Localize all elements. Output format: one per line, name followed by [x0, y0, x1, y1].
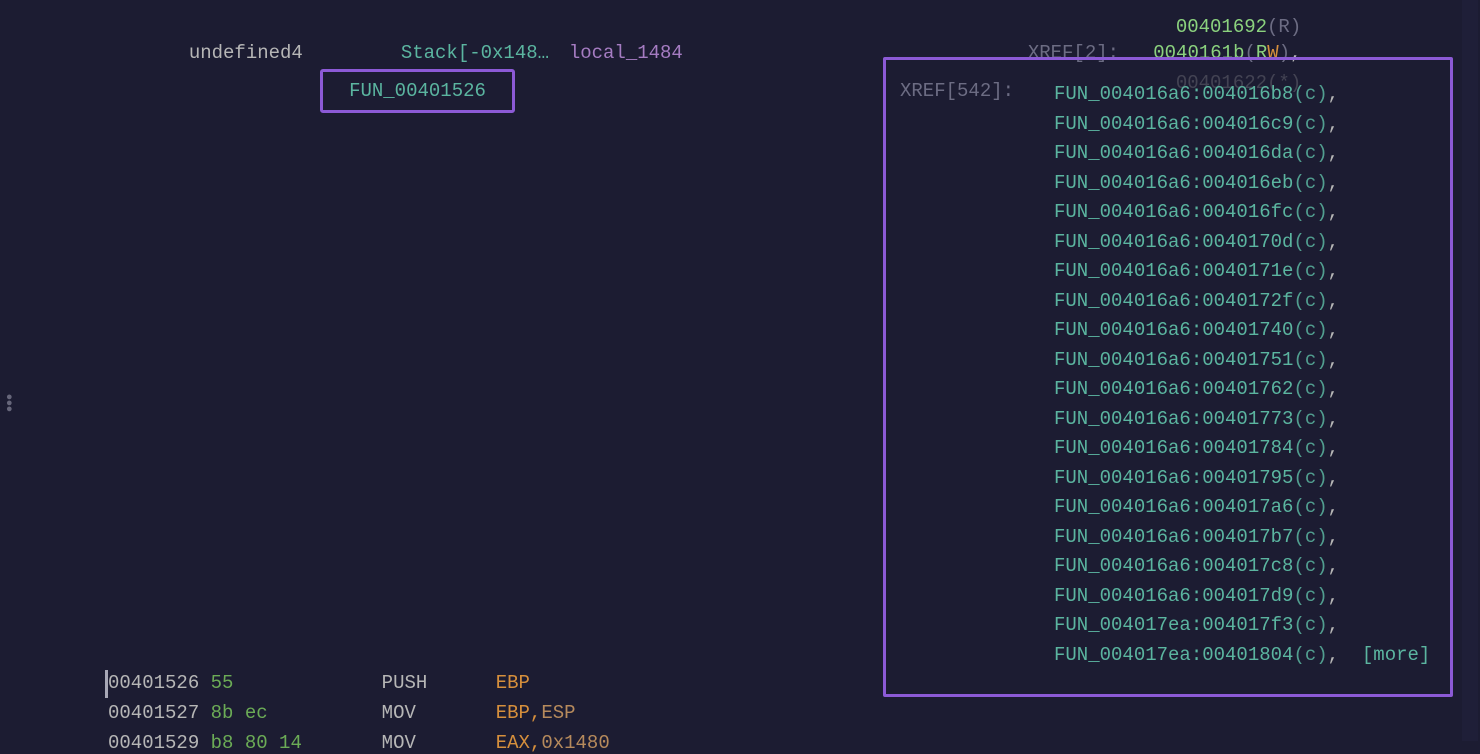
- asm-line[interactable]: 00401527 8b ec MOV EBP,ESP: [108, 702, 576, 724]
- drag-handle-icon[interactable]: ●●●: [6, 395, 14, 413]
- xref-entry[interactable]: FUN_004017ea:004017f3(c),: [1054, 611, 1430, 641]
- xref-entry[interactable]: FUN_004016a6:00401784(c),: [1054, 434, 1430, 464]
- xref-entry[interactable]: FUN_004016a6:004016eb(c),: [1054, 169, 1430, 199]
- xref-entry[interactable]: FUN_004016a6:004016c9(c),: [1054, 110, 1430, 140]
- scrollbar-track[interactable]: [1462, 0, 1478, 741]
- local-var-name: local_1484: [546, 20, 683, 64]
- xref-more-link[interactable]: [more]: [1362, 644, 1430, 666]
- xref-entry[interactable]: FUN_004016a6:004016da(c),: [1054, 139, 1430, 169]
- function-symbol-highlight[interactable]: FUN_00401526: [320, 69, 515, 113]
- xref-entry[interactable]: FUN_004016a6:0040170d(c),: [1054, 228, 1430, 258]
- gutter: ●●●: [0, 0, 22, 741]
- xref-entry[interactable]: FUN_004016a6:0040171e(c),: [1054, 257, 1430, 287]
- local-var-line: undefined4: [166, 20, 303, 64]
- xref-entry[interactable]: FUN_004016a6:0040172f(c),: [1054, 287, 1430, 317]
- xref-entry[interactable]: FUN_004016a6:004017b7(c),: [1054, 523, 1430, 553]
- xref-entry[interactable]: FUN_004016a6:00401762(c),: [1054, 375, 1430, 405]
- xref-entry[interactable]: FUN_004016a6:004016fc(c),: [1054, 198, 1430, 228]
- function-name: FUN_00401526: [349, 80, 486, 102]
- local-var-storage: Stack[-0x148…: [378, 20, 549, 64]
- xref-entry[interactable]: FUN_004016a6:004017c8(c),: [1054, 552, 1430, 582]
- xref-list: FUN_004016a6:004016b8(c),FUN_004016a6:00…: [1054, 80, 1430, 670]
- xref-entry[interactable]: FUN_004017ea:00401804(c), [more]: [1054, 641, 1430, 671]
- xref-entry[interactable]: FUN_004016a6:004016b8(c),: [1054, 80, 1430, 110]
- asm-line[interactable]: 00401526 55 PUSH EBP: [108, 672, 530, 694]
- xref-entry[interactable]: FUN_004016a6:00401773(c),: [1054, 405, 1430, 435]
- xref-count-label: XREF[542]:: [900, 80, 1014, 102]
- xref-entry[interactable]: FUN_004016a6:00401740(c),: [1054, 316, 1430, 346]
- xref-entry[interactable]: FUN_004016a6:004017d9(c),: [1054, 582, 1430, 612]
- xref-entry[interactable]: FUN_004016a6:004017a6(c),: [1054, 493, 1430, 523]
- xref-entry[interactable]: FUN_004016a6:00401751(c),: [1054, 346, 1430, 376]
- xref-entry[interactable]: FUN_004016a6:00401795(c),: [1054, 464, 1430, 494]
- asm-line[interactable]: 00401529 b8 80 14 MOV EAX,0x1480: [108, 732, 610, 754]
